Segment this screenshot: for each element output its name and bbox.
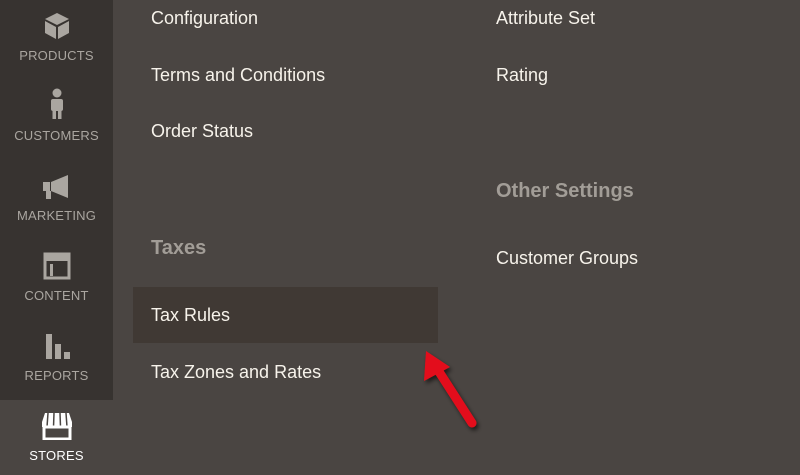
person-icon (0, 88, 113, 120)
nav-label: CUSTOMERS (14, 128, 99, 143)
storefront-icon (0, 410, 113, 440)
section-title-other-settings: Other Settings (496, 180, 634, 202)
annotation-arrow-icon (424, 351, 477, 428)
nav-item-customers[interactable]: CUSTOMERS (0, 80, 113, 160)
menu-link-configuration[interactable]: Configuration (151, 7, 258, 29)
box-icon (0, 10, 113, 40)
menu-link-terms-and-conditions[interactable]: Terms and Conditions (151, 64, 325, 86)
nav-item-stores[interactable]: STORES (0, 400, 113, 475)
nav-item-products[interactable]: PRODUCTS (0, 0, 113, 80)
menu-link-tax-zones-and-rates[interactable]: Tax Zones and Rates (151, 361, 321, 383)
nav-item-content[interactable]: CONTENT (0, 240, 113, 320)
menu-link-rating[interactable]: Rating (496, 64, 548, 86)
menu-link-tax-rules[interactable]: Tax Rules (151, 304, 230, 326)
menu-link-order-status[interactable]: Order Status (151, 120, 253, 142)
nav-item-reports[interactable]: REPORTS (0, 320, 113, 400)
layout-icon (0, 250, 113, 280)
menu-link-attribute-set[interactable]: Attribute Set (496, 7, 595, 29)
nav-label: STORES (29, 448, 84, 463)
megaphone-icon (0, 170, 113, 200)
nav-label: MARKETING (16, 208, 97, 223)
section-title-taxes: Taxes (151, 237, 207, 259)
nav-item-marketing[interactable]: MARKETING (0, 160, 113, 240)
menu-link-customer-groups[interactable]: Customer Groups (496, 247, 638, 269)
admin-root: PRODUCTS CUSTOMERS MARKETING CONTENT REP… (0, 0, 800, 475)
admin-sidebar: PRODUCTS CUSTOMERS MARKETING CONTENT REP… (0, 0, 113, 475)
nav-label: REPORTS (24, 368, 89, 383)
nav-label: PRODUCTS (19, 48, 94, 63)
nav-label: CONTENT (24, 288, 89, 303)
bar-chart-icon (0, 330, 113, 360)
